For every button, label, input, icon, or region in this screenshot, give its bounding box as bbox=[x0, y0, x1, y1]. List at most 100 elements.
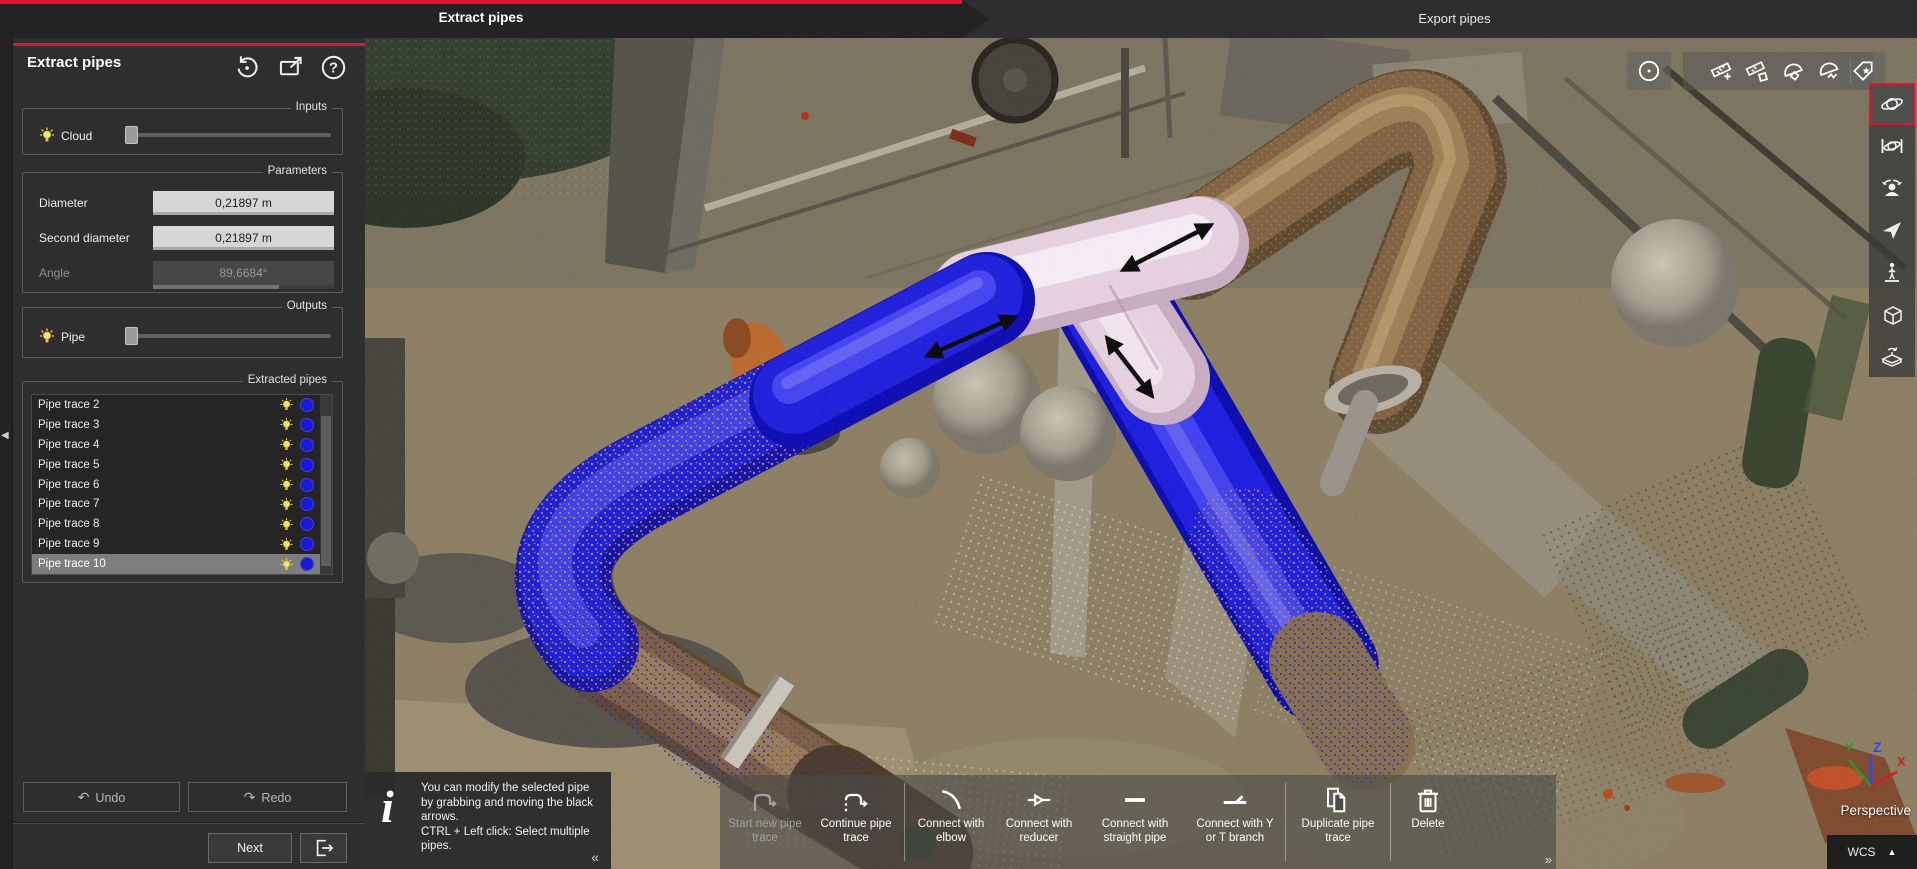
pick-center-button[interactable] bbox=[1627, 52, 1671, 90]
tab-export-pipes[interactable]: Export pipes bbox=[992, 0, 1917, 38]
toolbar-more-icon[interactable]: » bbox=[1545, 852, 1552, 867]
start-pipe-trace-icon bbox=[750, 785, 780, 815]
redo-button[interactable]: ↷Redo bbox=[188, 782, 347, 812]
connect-with-elbow-button[interactable]: Connect with elbow bbox=[907, 775, 995, 869]
reducer-icon bbox=[1024, 785, 1054, 815]
wcs-selector[interactable]: WCS ▲ bbox=[1827, 835, 1917, 869]
turntable-icon bbox=[1880, 344, 1904, 368]
reset-icon[interactable] bbox=[233, 54, 260, 81]
turntable-button[interactable] bbox=[1869, 335, 1915, 377]
tag-star-icon bbox=[1850, 58, 1876, 84]
popout-icon[interactable] bbox=[277, 54, 304, 81]
list-scrollbar[interactable] bbox=[320, 395, 332, 574]
angle-progress-bar bbox=[153, 285, 279, 289]
outputs-section-label: Outputs bbox=[282, 300, 332, 312]
help-icon[interactable]: ? bbox=[320, 54, 347, 81]
pipe-color-dot-icon[interactable] bbox=[300, 537, 314, 551]
connect-with-branch-button[interactable]: Connect with Y or T branch bbox=[1187, 775, 1283, 869]
bulb-icon[interactable] bbox=[279, 437, 294, 452]
start-new-pipe-trace-button[interactable]: Start new pipe trace bbox=[720, 775, 810, 869]
bulb-icon[interactable] bbox=[279, 417, 294, 432]
panel-footer-divider bbox=[13, 822, 365, 823]
pipe-color-dot-icon[interactable] bbox=[300, 438, 314, 452]
connect-with-reducer-button[interactable]: Connect with reducer bbox=[995, 775, 1083, 869]
parameters-groupbox: Parameters Diameter 0,21897 m Second dia… bbox=[22, 172, 343, 293]
bulb-icon[interactable] bbox=[279, 557, 294, 572]
diameter-field[interactable]: 0,21897 m bbox=[153, 191, 334, 215]
list-item[interactable]: Pipe trace 9 bbox=[32, 534, 332, 554]
collapse-panel-icon[interactable]: ◀ bbox=[1, 430, 9, 441]
undo-icon: ↶ bbox=[78, 789, 90, 805]
pipe-color-dot-icon[interactable] bbox=[300, 478, 314, 492]
straight-pipe-icon bbox=[1120, 785, 1150, 815]
tab-extract-pipes[interactable]: Extract pipes bbox=[0, 0, 992, 38]
bulb-icon[interactable] bbox=[279, 457, 294, 472]
measure-angle-button[interactable] bbox=[1775, 52, 1811, 90]
info-tooltip: i You can modify the selected pipe by gr… bbox=[365, 772, 611, 869]
delete-button[interactable]: Delete bbox=[1393, 775, 1463, 869]
diameter-label: Diameter bbox=[39, 191, 88, 215]
list-scrollbar-thumb[interactable] bbox=[321, 416, 331, 566]
redo-icon: ↷ bbox=[244, 789, 256, 805]
second-diameter-field[interactable]: 0,21897 m bbox=[153, 226, 334, 250]
cloud-opacity-track[interactable] bbox=[129, 133, 331, 137]
projection-label[interactable]: Perspective bbox=[1840, 803, 1911, 818]
list-item[interactable]: Pipe trace 2 bbox=[32, 395, 332, 415]
cloud-visibility-bulb-icon[interactable] bbox=[39, 127, 55, 143]
undo-button[interactable]: ↶Undo bbox=[23, 782, 180, 812]
list-item[interactable]: Pipe trace 5 bbox=[32, 455, 332, 475]
look-around-icon bbox=[1880, 176, 1904, 200]
bulb-icon[interactable] bbox=[279, 537, 294, 552]
pipe-color-dot-icon[interactable] bbox=[300, 418, 314, 432]
protractor-wave-icon bbox=[1816, 58, 1842, 84]
pipe-color-dot-icon[interactable] bbox=[300, 458, 314, 472]
circle-dot-icon bbox=[1636, 58, 1662, 84]
ruler-plus-icon bbox=[1708, 58, 1734, 84]
point-cloud-scene[interactable] bbox=[365, 38, 1917, 869]
outputs-groupbox: Outputs Pipe bbox=[22, 307, 343, 358]
look-around-button[interactable] bbox=[1869, 167, 1915, 209]
orbit-mode-button[interactable] bbox=[1869, 83, 1915, 125]
list-item[interactable]: Pipe trace 7 bbox=[32, 494, 332, 514]
continue-pipe-trace-button[interactable]: Continue pipe trace bbox=[810, 775, 902, 869]
bulb-icon[interactable] bbox=[279, 477, 294, 492]
application-window: Export pipes Extract pipes ◀ Extract pip… bbox=[0, 0, 1917, 869]
list-item[interactable]: Pipe trace 8 bbox=[32, 514, 332, 534]
constrained-orbit-button[interactable] bbox=[1869, 125, 1915, 167]
bulb-icon[interactable] bbox=[279, 497, 294, 512]
pipe-color-dot-icon[interactable] bbox=[300, 557, 314, 571]
extracted-pipes-list[interactable]: Pipe trace 2 Pipe trace 3 Pipe trace 4 P… bbox=[31, 394, 333, 575]
add-measure-button[interactable] bbox=[1703, 52, 1739, 90]
measure-point-button[interactable] bbox=[1739, 52, 1775, 90]
parameters-section-label: Parameters bbox=[263, 165, 332, 177]
duplicate-pipe-trace-button[interactable]: Duplicate pipe trace bbox=[1288, 775, 1388, 869]
next-button[interactable]: Next bbox=[208, 833, 292, 863]
panel-title: Extract pipes bbox=[27, 54, 121, 71]
exit-button[interactable] bbox=[300, 833, 347, 863]
view-cube-button[interactable] bbox=[1869, 293, 1915, 335]
list-item-selected[interactable]: Pipe trace 10 bbox=[32, 554, 332, 574]
branch-icon bbox=[1220, 785, 1250, 815]
pipe-visibility-bulb-icon[interactable] bbox=[39, 328, 55, 344]
walk-mode-button[interactable] bbox=[1869, 251, 1915, 293]
bulb-icon[interactable] bbox=[279, 517, 294, 532]
pipe-opacity-slider[interactable] bbox=[125, 327, 138, 345]
paper-plane-icon bbox=[1880, 218, 1904, 242]
viewport-3d[interactable]: Start new pipe trace Continue pipe trace… bbox=[365, 38, 1917, 869]
navigation-toolbar bbox=[1869, 83, 1915, 377]
bulb-icon[interactable] bbox=[279, 397, 294, 412]
fly-mode-button[interactable] bbox=[1869, 209, 1915, 251]
constrained-orbit-icon bbox=[1880, 134, 1904, 158]
list-item[interactable]: Pipe trace 3 bbox=[32, 415, 332, 435]
pipe-opacity-track[interactable] bbox=[129, 334, 331, 338]
panel-collapse-strip[interactable]: ◀ bbox=[0, 38, 13, 869]
pipe-color-dot-icon[interactable] bbox=[300, 497, 314, 511]
list-item[interactable]: Pipe trace 4 bbox=[32, 435, 332, 455]
continue-pipe-trace-icon bbox=[841, 785, 871, 815]
info-collapse-icon[interactable]: « bbox=[591, 849, 599, 865]
list-item[interactable]: Pipe trace 6 bbox=[32, 475, 332, 495]
pipe-color-dot-icon[interactable] bbox=[300, 517, 314, 531]
pipe-color-dot-icon[interactable] bbox=[300, 398, 314, 412]
connect-with-straight-pipe-button[interactable]: Connect with straight pipe bbox=[1083, 775, 1187, 869]
cloud-opacity-slider[interactable] bbox=[125, 126, 138, 144]
